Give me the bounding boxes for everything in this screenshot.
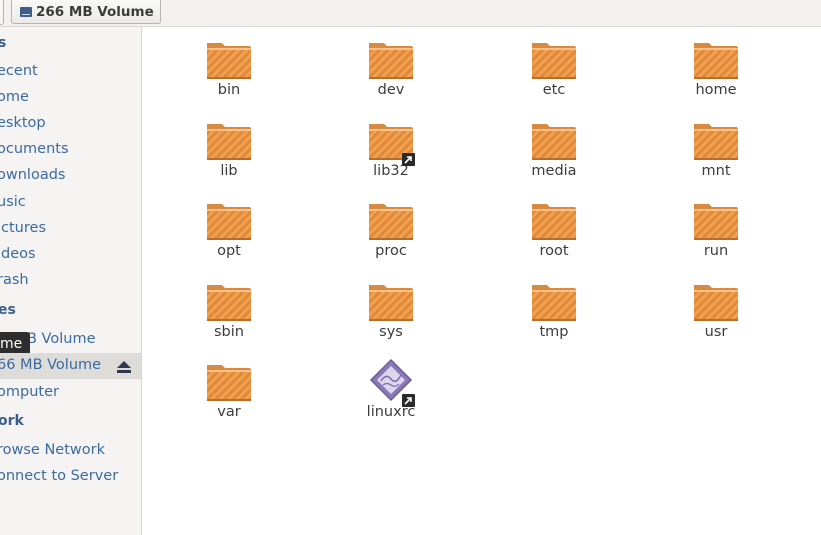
file-item-usr[interactable]: usr xyxy=(666,277,766,340)
folder-icon xyxy=(205,357,253,405)
folder-icon xyxy=(367,35,415,83)
drive-icon xyxy=(20,7,32,17)
file-label: opt xyxy=(217,243,241,259)
file-label: dev xyxy=(377,82,405,98)
folder-icon xyxy=(692,116,740,164)
sidebar-item-home[interactable]: ome xyxy=(0,89,29,105)
sidebar-item-videos[interactable]: ideos xyxy=(0,246,36,262)
sidebar-item-connect-to-server[interactable]: onnect to Server xyxy=(0,468,118,484)
file-item-media[interactable]: media xyxy=(504,116,604,179)
folder-icon xyxy=(692,196,740,244)
file-item-linuxrc[interactable]: linuxrc xyxy=(341,357,441,420)
folder-icon xyxy=(205,116,253,164)
file-item-mnt[interactable]: mnt xyxy=(666,116,766,179)
folder-icon xyxy=(530,277,578,325)
file-label: home xyxy=(695,82,737,98)
symlink-arrow-icon xyxy=(402,392,415,407)
sidebar: s ecent ome esktop ocuments ownloads usi… xyxy=(0,27,142,535)
path-bar-previous-button[interactable] xyxy=(0,0,4,25)
file-item-lib[interactable]: lib xyxy=(179,116,279,179)
file-label: var xyxy=(217,404,241,420)
file-item-run[interactable]: run xyxy=(666,196,766,259)
file-label: lib xyxy=(220,163,238,179)
folder-icon xyxy=(530,196,578,244)
file-label: mnt xyxy=(701,163,731,179)
toolbar: 266 MB Volume xyxy=(0,0,821,27)
sidebar-item-computer[interactable]: omputer xyxy=(0,384,59,400)
sidebar-header-network: ork xyxy=(0,413,24,429)
file-item-root[interactable]: root xyxy=(504,196,604,259)
file-item-home[interactable]: home xyxy=(666,35,766,98)
folder-icon xyxy=(367,116,415,166)
file-label: etc xyxy=(542,82,566,98)
sidebar-item-desktop[interactable]: esktop xyxy=(0,115,46,131)
file-label: lib32 xyxy=(373,163,409,179)
sidebar-item-volume-1[interactable]: B Volume xyxy=(27,331,96,347)
file-item-lib32[interactable]: lib32 xyxy=(341,116,441,179)
file-label: run xyxy=(703,243,729,259)
folder-icon xyxy=(205,196,253,244)
sidebar-item-recent[interactable]: ecent xyxy=(0,63,38,79)
file-item-etc[interactable]: etc xyxy=(504,35,604,98)
file-label: tmp xyxy=(539,324,569,340)
sidebar-item-browse-network[interactable]: rowse Network xyxy=(0,442,105,458)
sidebar-header-places: s xyxy=(0,35,6,51)
file-item-var[interactable]: var xyxy=(179,357,279,420)
file-label: usr xyxy=(704,324,728,340)
file-label: sbin xyxy=(214,324,244,340)
sidebar-item-pictures[interactable]: ictures xyxy=(0,220,46,236)
sidebar-header-devices: es xyxy=(0,302,16,318)
sidebar-item-music[interactable]: usic xyxy=(0,194,26,210)
folder-icon xyxy=(367,196,415,244)
file-item-tmp[interactable]: tmp xyxy=(504,277,604,340)
folder-icon xyxy=(205,277,253,325)
path-bar-current-location[interactable]: 266 MB Volume xyxy=(11,0,161,24)
file-item-proc[interactable]: proc xyxy=(341,196,441,259)
file-label: bin xyxy=(217,82,241,98)
folder-icon xyxy=(692,277,740,325)
sidebar-item-documents[interactable]: ocuments xyxy=(0,141,69,157)
folder-icon xyxy=(692,35,740,83)
file-label: root xyxy=(539,243,569,259)
file-item-sbin[interactable]: sbin xyxy=(179,277,279,340)
file-item-bin[interactable]: bin xyxy=(179,35,279,98)
file-item-dev[interactable]: dev xyxy=(341,35,441,98)
path-bar-label: 266 MB Volume xyxy=(36,4,154,20)
file-item-sys[interactable]: sys xyxy=(341,277,441,340)
folder-icon xyxy=(530,116,578,164)
sidebar-item-volume-2[interactable]: 66 MB Volume xyxy=(0,357,101,373)
executable-icon xyxy=(367,357,415,407)
folder-icon xyxy=(530,35,578,83)
file-label: proc xyxy=(375,243,407,259)
sidebar-item-trash[interactable]: rash xyxy=(0,272,29,288)
file-label: media xyxy=(531,163,577,179)
folder-icon xyxy=(205,35,253,83)
file-grid: bin dev etc home lib lib32 media mnt opt proc root… xyxy=(142,27,821,535)
file-label: sys xyxy=(379,324,403,340)
folder-icon xyxy=(367,277,415,325)
sidebar-item-downloads[interactable]: ownloads xyxy=(0,167,65,183)
eject-icon[interactable] xyxy=(117,361,131,373)
file-label: linuxrc xyxy=(366,404,416,420)
file-item-opt[interactable]: opt xyxy=(179,196,279,259)
symlink-arrow-icon xyxy=(402,151,415,166)
